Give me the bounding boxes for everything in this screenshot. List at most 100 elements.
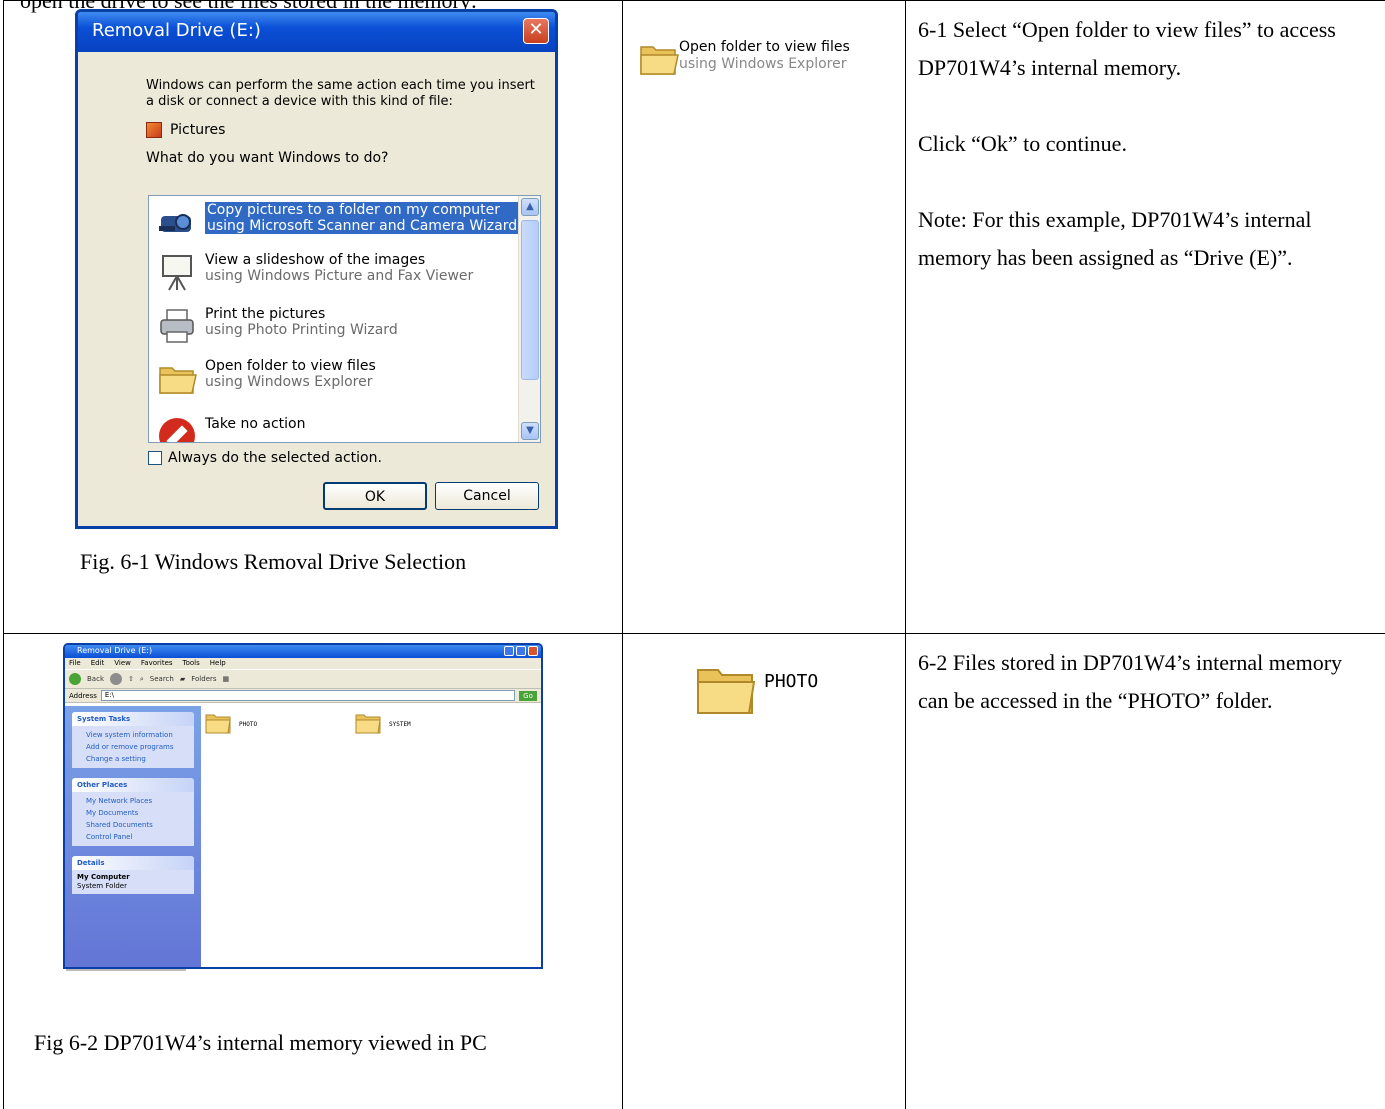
- place-link[interactable]: My Documents: [72, 807, 194, 819]
- list-item-subtitle: using Windows Picture and Fax Viewer: [205, 268, 474, 284]
- figure-caption: Fig. 6-1 Windows Removal Drive Selection: [80, 549, 467, 574]
- step-description: 6-1 Select “Open folder to view files” t…: [906, 1, 1385, 277]
- menu-favorites[interactable]: Favorites: [141, 659, 173, 668]
- search-icon[interactable]: ⌕: [140, 675, 144, 684]
- panel-title[interactable]: System Tasks: [72, 712, 194, 726]
- search-label[interactable]: Search: [150, 675, 174, 683]
- list-item[interactable]: Print the pictures using Photo Printing …: [157, 306, 398, 352]
- dialog-title: Removal Drive (E:): [92, 20, 261, 41]
- printer-icon: [157, 306, 197, 346]
- file-item[interactable]: PHOTO: [205, 712, 257, 736]
- description-cell-6-2: 6-2 Files stored in DP701W4’s internal m…: [905, 633, 1385, 1109]
- figure-cell-6-2: Removal Drive (E:) File Edit View Favori…: [3, 633, 623, 1109]
- task-pane: System Tasks View system information Add…: [65, 706, 201, 967]
- option-cell-6-2: PHOTO: [622, 633, 906, 1109]
- scroll-up-icon[interactable]: ▲: [521, 198, 539, 216]
- table-row: Removal Drive (E:) File Edit View Favori…: [3, 633, 1385, 1109]
- file-label: SYSTEM: [389, 720, 411, 728]
- go-button[interactable]: Go: [519, 690, 537, 701]
- list-item[interactable]: Take no action: [157, 416, 306, 442]
- scroll-down-icon[interactable]: ▼: [521, 422, 539, 440]
- panel-other-places: Other Places My Network Places My Docume…: [72, 778, 194, 846]
- views-icon[interactable]: ▦: [223, 675, 230, 683]
- place-link[interactable]: My Network Places: [72, 795, 194, 807]
- panel-title[interactable]: Details: [72, 856, 194, 870]
- menu-tools[interactable]: Tools: [183, 659, 200, 668]
- step-text: 6-1 Select “Open folder to view files” t…: [918, 17, 1336, 80]
- figure-cell-6-1: Removal Drive (E:) ✕ Windows can perform…: [3, 0, 623, 634]
- folder-icon: [157, 358, 197, 398]
- cancel-button[interactable]: Cancel: [435, 482, 539, 510]
- status-bar: [66, 969, 186, 971]
- ok-button[interactable]: OK: [323, 482, 427, 510]
- camera-icon: [157, 202, 197, 242]
- forward-icon[interactable]: [110, 673, 122, 685]
- menu-bar: File Edit View Favorites Tools Help: [65, 658, 541, 669]
- details-name: My Computer: [77, 873, 130, 881]
- menu-view[interactable]: View: [114, 659, 131, 668]
- panel-title[interactable]: Other Places: [72, 778, 194, 792]
- folders-icon[interactable]: ▰: [180, 675, 185, 683]
- task-link[interactable]: Change a setting: [72, 753, 194, 765]
- folders-label[interactable]: Folders: [191, 675, 216, 683]
- task-link[interactable]: View system information: [72, 729, 194, 741]
- content-type-label: Pictures: [170, 122, 226, 138]
- note-text: Note: For this example, DP701W4’s intern…: [918, 207, 1312, 270]
- list-item-title: Print the pictures: [205, 306, 326, 322]
- open-folder-option: Open folder to view files using Windows …: [679, 39, 850, 73]
- list-item[interactable]: Copy pictures to a folder on my computer…: [157, 202, 520, 248]
- list-item-title: Copy pictures to a folder on my computer: [205, 202, 520, 218]
- window-title: Removal Drive (E:): [77, 646, 153, 655]
- table-row: Removal Drive (E:) ✕ Windows can perform…: [3, 0, 1385, 634]
- file-view: PHOTO SYSTEM: [201, 706, 541, 967]
- step-description: 6-2 Files stored in DP701W4’s internal m…: [906, 634, 1385, 720]
- scroll-thumb[interactable]: [521, 220, 539, 380]
- folder-icon: [355, 712, 381, 736]
- task-link[interactable]: Add or remove programs: [72, 741, 194, 753]
- menu-help[interactable]: Help: [210, 659, 226, 668]
- photo-folder-label: PHOTO: [764, 671, 819, 692]
- action-list[interactable]: Copy pictures to a folder on my computer…: [148, 195, 541, 443]
- explorer-toolbar: Back ⇧ ⌕ Search ▰ Folders ▦: [65, 669, 541, 689]
- panel-system-tasks: System Tasks View system information Add…: [72, 712, 194, 768]
- place-link[interactable]: Control Panel: [72, 831, 194, 843]
- option-cell-6-1: Open folder to view files using Windows …: [622, 0, 906, 634]
- close-icon[interactable]: ✕: [523, 18, 549, 44]
- list-scrollbar[interactable]: ▲ ▼: [518, 196, 540, 442]
- dialog-question: What do you want Windows to do?: [146, 150, 389, 166]
- explorer-window: Removal Drive (E:) File Edit View Favori…: [63, 643, 543, 969]
- menu-file[interactable]: File: [69, 659, 81, 668]
- back-label[interactable]: Back: [87, 675, 104, 683]
- folder-icon: [205, 712, 231, 736]
- file-label: PHOTO: [239, 720, 258, 728]
- list-item-subtitle: using Windows Explorer: [205, 374, 373, 390]
- address-bar: Address E:\ Go: [65, 689, 541, 703]
- list-item-subtitle: using Photo Printing Wizard: [205, 322, 398, 338]
- dialog-intro: Windows can perform the same action each…: [146, 78, 535, 109]
- up-folder-icon[interactable]: ⇧: [128, 675, 134, 683]
- minimize-icon[interactable]: [504, 646, 514, 656]
- list-item-title: Open folder to view files: [205, 358, 376, 374]
- pictures-icon: [146, 122, 162, 138]
- list-item[interactable]: Open folder to view files using Windows …: [157, 358, 376, 404]
- back-icon[interactable]: [69, 673, 81, 685]
- explorer-titlebar: Removal Drive (E:): [65, 645, 541, 658]
- figure-caption: Fig 6-2 DP701W4’s internal memory viewed…: [34, 1030, 487, 1055]
- menu-edit[interactable]: Edit: [91, 659, 105, 668]
- close-icon[interactable]: [528, 646, 538, 656]
- file-item[interactable]: SYSTEM: [355, 712, 411, 736]
- list-item-title: Take no action: [205, 416, 306, 432]
- dialog-body: Windows can perform the same action each…: [78, 52, 555, 166]
- instruction-table: Removal Drive (E:) ✕ Windows can perform…: [3, 0, 1385, 1109]
- always-do-checkbox[interactable]: Always do the selected action.: [148, 450, 382, 466]
- details-type: System Folder: [77, 882, 127, 890]
- folder-icon: [696, 662, 756, 721]
- place-link[interactable]: Shared Documents: [72, 819, 194, 831]
- address-field[interactable]: E:\: [100, 690, 515, 701]
- list-item[interactable]: View a slideshow of the images using Win…: [157, 252, 473, 298]
- address-label: Address: [69, 691, 97, 700]
- checkbox-box[interactable]: [148, 451, 162, 465]
- list-item-title: View a slideshow of the images: [205, 252, 426, 268]
- checkbox-label: Always do the selected action.: [168, 450, 382, 466]
- maximize-icon[interactable]: [516, 646, 526, 656]
